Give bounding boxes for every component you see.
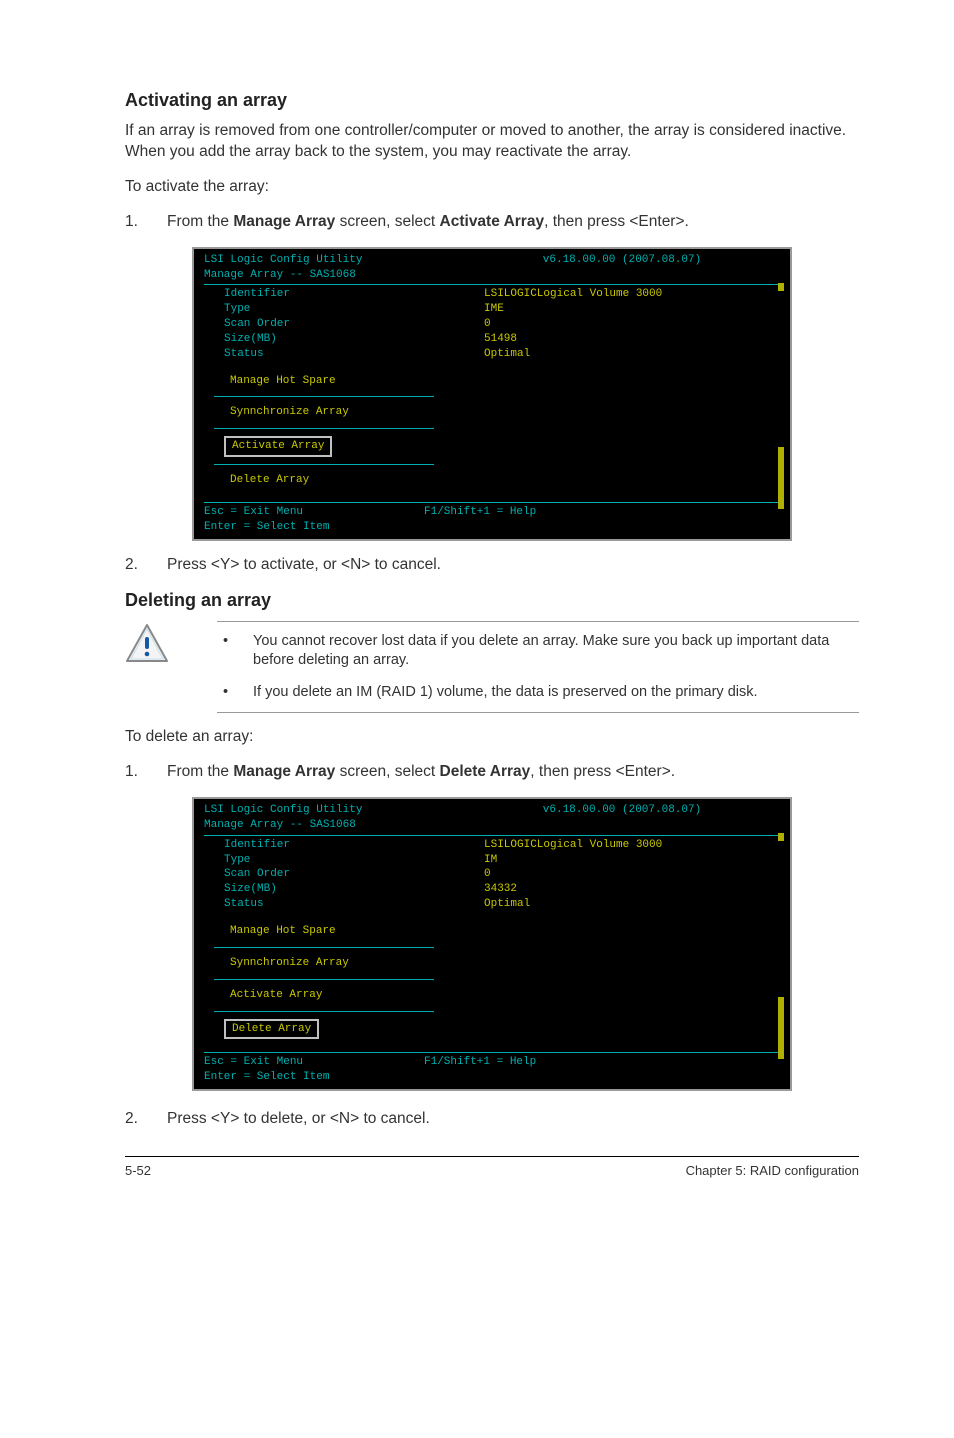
menu-manage-hot-spare[interactable]: Manage Hot Spare — [224, 923, 342, 940]
term-manage-array: Manage Array — [233, 763, 335, 780]
callout-text: You cannot recover lost data if you dele… — [253, 632, 859, 671]
label-identifier: Identifier — [204, 838, 484, 853]
value-scan-order: 0 — [484, 317, 780, 332]
label-size: Size(MB) — [204, 332, 484, 347]
text-fragment: , then press <Enter>. — [544, 213, 689, 230]
chapter-title: Chapter 5: RAID configuration — [686, 1163, 859, 1178]
value-size: 34332 — [484, 882, 780, 897]
page-number: 5-52 — [125, 1163, 151, 1178]
text-fragment: From the — [167, 213, 233, 230]
term-delete-array: Delete Array — [440, 763, 531, 780]
terminal-title: LSI Logic Config Utility — [204, 253, 464, 268]
page-footer: 5-52 Chapter 5: RAID configuration — [125, 1156, 859, 1178]
label-scan-order: Scan Order — [204, 317, 484, 332]
step-text: Press <Y> to activate, or <N> to cancel. — [167, 555, 441, 576]
step-number: 1. — [125, 212, 167, 233]
value-scan-order: 0 — [484, 867, 780, 882]
hint-f1: F1/Shift+1 = Help — [424, 1055, 536, 1070]
step-text: Press <Y> to delete, or <N> to cancel. — [167, 1109, 430, 1130]
text-fragment: screen, select — [335, 763, 439, 780]
hint-enter: Enter = Select Item — [204, 1070, 329, 1085]
step-2-delete: 2. Press <Y> to delete, or <N> to cancel… — [125, 1109, 859, 1130]
step-number: 1. — [125, 762, 167, 783]
text-fragment: , then press <Enter>. — [530, 763, 675, 780]
menu-delete-array[interactable]: Delete Array — [224, 1019, 319, 1040]
text-fragment: From the — [167, 763, 233, 780]
hint-esc: Esc = Exit Menu — [204, 505, 424, 520]
step-number: 2. — [125, 1109, 167, 1130]
step-1-activate: 1. From the Manage Array screen, select … — [125, 212, 859, 233]
value-status: Optimal — [484, 897, 780, 912]
terminal-version: v6.18.00.00 (2007.08.07) — [464, 253, 780, 268]
terminal-title: LSI Logic Config Utility — [204, 803, 464, 818]
label-status: Status — [204, 897, 484, 912]
value-size: 51498 — [484, 332, 780, 347]
term-manage-array: Manage Array — [233, 213, 335, 230]
terminal-activate: LSI Logic Config Utility v6.18.00.00 (20… — [192, 247, 792, 541]
menu-synchronize-array[interactable]: Synnchronize Array — [224, 404, 355, 421]
step-2-activate: 2. Press <Y> to activate, or <N> to canc… — [125, 555, 859, 576]
scroll-indicator — [778, 833, 784, 841]
terminal-subtitle: Manage Array -- SAS1068 — [204, 268, 356, 283]
label-identifier: Identifier — [204, 287, 484, 302]
text-fragment: screen, select — [335, 213, 439, 230]
menu-delete-array[interactable]: Delete Array — [224, 472, 315, 489]
menu-manage-hot-spare[interactable]: Manage Hot Spare — [224, 373, 342, 390]
value-identifier: LSILOGICLogical Volume 3000 — [484, 838, 780, 853]
label-size: Size(MB) — [204, 882, 484, 897]
para-deleting-lead: To delete an array: — [125, 727, 859, 748]
scroll-indicator — [778, 997, 784, 1059]
label-type: Type — [204, 302, 484, 317]
scroll-indicator — [778, 283, 784, 291]
term-activate-array: Activate Array — [440, 213, 545, 230]
step-number: 2. — [125, 555, 167, 576]
bullet-icon: • — [217, 632, 253, 671]
hint-enter: Enter = Select Item — [204, 520, 329, 535]
value-type: IME — [484, 302, 780, 317]
heading-activating: Activating an array — [125, 90, 859, 111]
menu-activate-array[interactable]: Activate Array — [224, 436, 332, 457]
menu-activate-array[interactable]: Activate Array — [224, 987, 328, 1004]
hint-esc: Esc = Exit Menu — [204, 1055, 424, 1070]
value-type: IM — [484, 853, 780, 868]
label-scan-order: Scan Order — [204, 867, 484, 882]
value-status: Optimal — [484, 347, 780, 362]
value-identifier: LSILOGICLogical Volume 3000 — [484, 287, 780, 302]
terminal-version: v6.18.00.00 (2007.08.07) — [464, 803, 780, 818]
hint-f1: F1/Shift+1 = Help — [424, 505, 536, 520]
terminal-subtitle: Manage Array -- SAS1068 — [204, 818, 356, 833]
heading-deleting: Deleting an array — [125, 590, 859, 611]
label-type: Type — [204, 853, 484, 868]
menu-synchronize-array[interactable]: Synnchronize Array — [224, 955, 355, 972]
callout-text: If you delete an IM (RAID 1) volume, the… — [253, 683, 758, 703]
terminal-delete: LSI Logic Config Utility v6.18.00.00 (20… — [192, 797, 792, 1091]
label-status: Status — [204, 347, 484, 362]
bullet-icon: • — [217, 683, 253, 703]
warning-icon — [125, 623, 169, 668]
para-activating-intro: If an array is removed from one controll… — [125, 121, 859, 163]
para-activating-lead: To activate the array: — [125, 177, 859, 198]
scroll-indicator — [778, 447, 784, 509]
step-1-delete: 1. From the Manage Array screen, select … — [125, 762, 859, 783]
warning-callout: • You cannot recover lost data if you de… — [125, 621, 859, 714]
